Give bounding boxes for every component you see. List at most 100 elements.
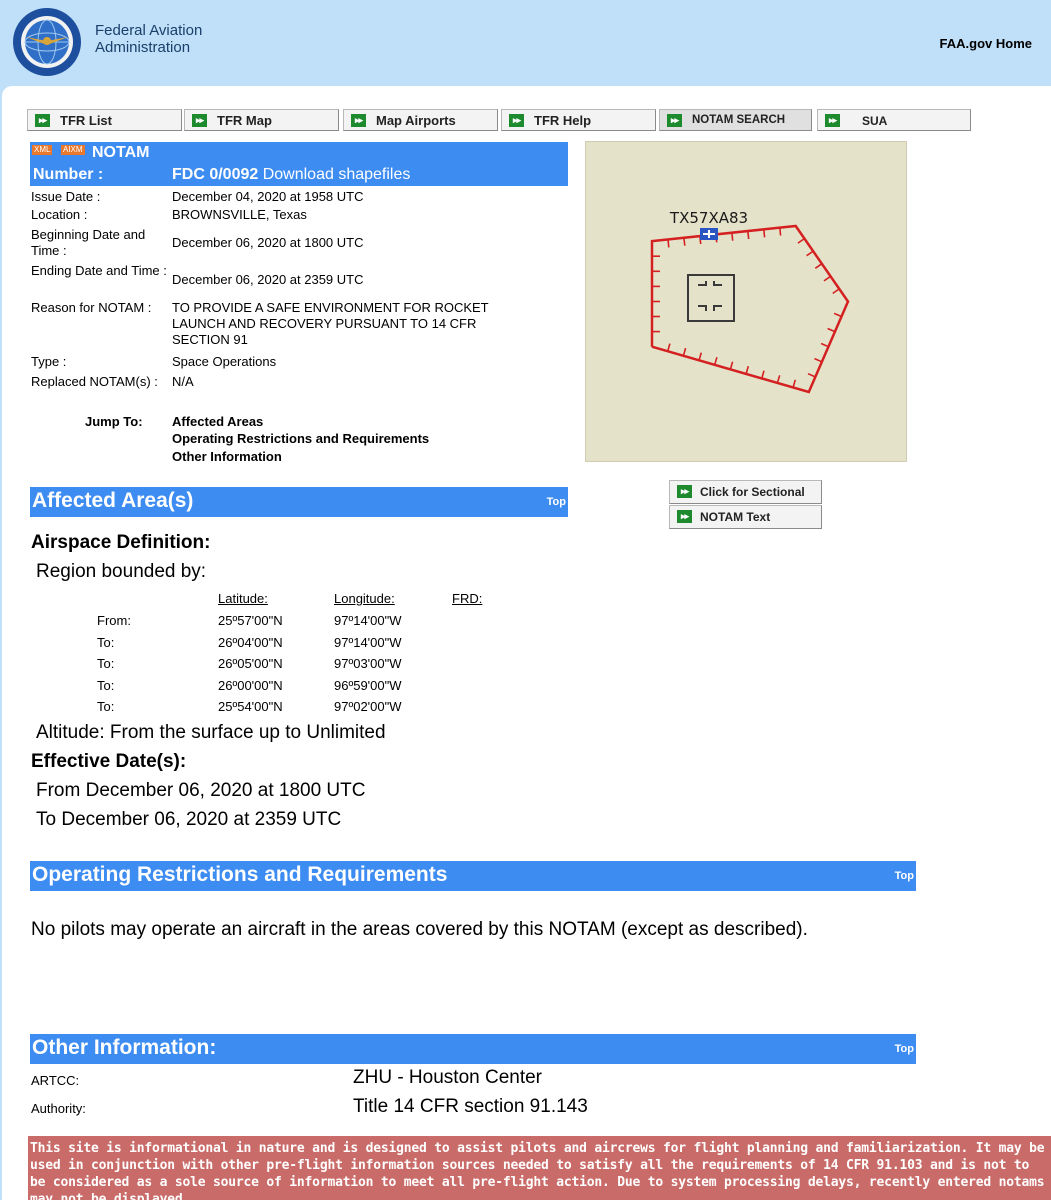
notam-text-label: NOTAM Text <box>700 510 771 524</box>
jump-affected-areas[interactable]: Affected Areas <box>172 414 263 429</box>
point-latitude: 26º00'00"N <box>218 678 283 693</box>
artcc-value: ZHU - Houston Center <box>353 1067 543 1088</box>
effective-to: To December 06, 2020 at 2359 UTC <box>36 809 342 830</box>
boundary-tick <box>667 239 670 248</box>
reason-label: Reason for NOTAM : <box>31 300 152 315</box>
nav-label: TFR Help <box>534 113 592 128</box>
notam-number-row: FDC 0/0092 Download shapefiles <box>172 166 410 184</box>
boundary-tick <box>827 327 836 333</box>
point-latitude: 25º57'00"N <box>218 613 283 628</box>
altitude-text: Altitude: From the surface up to Unlimit… <box>36 722 386 743</box>
jump-other-information[interactable]: Other Information <box>172 449 282 464</box>
point-label: To: <box>97 699 115 714</box>
effective-dates-heading: Effective Date(s): <box>31 751 187 772</box>
boundary-tick <box>814 263 823 269</box>
faa-seal-icon[interactable] <box>12 7 82 77</box>
launch-site-marker <box>687 274 735 322</box>
location-value: BROWNSVILLE, Texas <box>172 207 307 222</box>
location-label: Location : <box>31 207 88 222</box>
faa-home-link[interactable]: FAA.gov Home <box>940 36 1032 51</box>
arrow-right-icon: ▸▸ <box>509 114 524 127</box>
type-value: Space Operations <box>172 354 277 369</box>
boundary-tick <box>792 379 797 388</box>
arrow-right-icon: ▸▸ <box>677 485 692 498</box>
nav-map-airports[interactable]: ▸▸ Map Airports <box>343 109 498 131</box>
aixm-badge[interactable]: AIXM <box>61 145 85 155</box>
other-information-title: Other Information: <box>32 1036 217 1059</box>
other-information-header: Other Information: Top <box>30 1034 916 1064</box>
jump-to-label: Jump To: <box>85 414 143 429</box>
boundary-tick <box>814 357 823 363</box>
nav-tfr-list[interactable]: ▸▸ TFR List <box>27 109 182 131</box>
notam-header: XML AIXM NOTAM Number : FDC 0/0092 Downl… <box>30 142 568 186</box>
tfr-map-svg: TX57XA83 <box>650 209 850 394</box>
boundary-tick <box>797 237 805 244</box>
point-latitude: 26º05'00"N <box>218 656 283 671</box>
issue-date-label: Issue Date : <box>31 189 101 204</box>
nav-sua[interactable]: ▸▸ SUA <box>817 109 971 131</box>
download-shapefiles-link[interactable]: Download shapefiles <box>263 166 411 183</box>
airport-icon <box>700 228 718 240</box>
longitude-header: Longitude: <box>334 591 395 606</box>
end-date-value: December 06, 2020 at 2359 UTC <box>172 272 364 287</box>
agency-name: Federal Aviation Administration <box>95 22 202 56</box>
point-latitude: 26º04'00"N <box>218 635 283 650</box>
top-link[interactable]: Top <box>895 1043 914 1055</box>
nav-label: Map Airports <box>376 113 456 128</box>
tfr-map[interactable]: TX57XA83 <box>585 141 907 462</box>
nav-tfr-help[interactable]: ▸▸ TFR Help <box>501 109 656 131</box>
notam-title: NOTAM <box>92 144 150 161</box>
nav-label: SUA <box>862 114 888 128</box>
point-longitude: 97º14'00"W <box>334 635 402 650</box>
arrow-right-icon: ▸▸ <box>825 114 840 127</box>
boundary-tick <box>820 342 829 348</box>
click-for-sectional-button[interactable]: ▸▸ Click for Sectional <box>669 480 822 504</box>
boundary-tick <box>729 361 734 370</box>
point-label: To: <box>97 678 115 693</box>
boundary-tick <box>823 275 832 282</box>
boundary-tick <box>832 288 840 295</box>
jump-operating-restrictions[interactable]: Operating Restrictions and Requirements <box>172 431 429 446</box>
boundary-tick <box>666 343 671 352</box>
sectional-label: Click for Sectional <box>700 485 805 499</box>
arrow-right-icon: ▸▸ <box>192 114 207 127</box>
boundary-tick <box>807 372 816 378</box>
top-link[interactable]: Top <box>895 870 914 882</box>
begin-date-value: December 06, 2020 at 1800 UTC <box>172 235 364 250</box>
begin-date-label: Beginning Date and Time : <box>31 227 146 258</box>
affected-areas-title: Affected Area(s) <box>32 489 194 512</box>
boundary-tick <box>698 352 703 361</box>
nav-tfr-map[interactable]: ▸▸ TFR Map <box>184 109 339 131</box>
affected-areas-header: Affected Area(s) Top <box>30 487 568 517</box>
airport-label: TX57XA83 <box>669 209 748 227</box>
top-link[interactable]: Top <box>547 496 566 508</box>
agency-line-2: Administration <box>95 39 191 56</box>
main-content: ▸▸ TFR List ▸▸ TFR Map ▸▸ Map Airports ▸… <box>2 86 1051 1200</box>
point-longitude: 97º03'00"W <box>334 656 402 671</box>
arrow-right-icon: ▸▸ <box>667 114 682 127</box>
notam-text-button[interactable]: ▸▸ NOTAM Text <box>669 505 822 529</box>
boundary-tick <box>763 229 766 238</box>
reason-value: TO PROVIDE A SAFE ENVIRONMENT FOR ROCKET… <box>172 300 489 347</box>
boundary-tick <box>713 356 718 366</box>
nav-notam-search[interactable]: ▸▸ NOTAM SEARCH <box>659 109 812 131</box>
boundary-tick <box>761 370 765 379</box>
latitude-header: Latitude: <box>218 591 268 606</box>
authority-value: Title 14 CFR section 91.143 <box>353 1096 588 1117</box>
replaced-label: Replaced NOTAM(s) : <box>31 374 158 389</box>
point-label: To: <box>97 656 115 671</box>
boundary-tick <box>806 250 814 257</box>
boundary-tick <box>747 230 750 240</box>
xml-badge[interactable]: XML <box>32 145 53 155</box>
notam-number: FDC 0/0092 <box>172 166 259 183</box>
type-label: Type : <box>31 354 67 369</box>
arrow-right-icon: ▸▸ <box>351 114 366 127</box>
point-longitude: 97º14'00"W <box>334 613 402 628</box>
region-text: Region bounded by: <box>36 561 207 582</box>
artcc-label: ARTCC: <box>31 1073 80 1088</box>
boundary-tick <box>682 347 687 357</box>
nav-label: TFR List <box>60 113 112 128</box>
agency-line-1: Federal Aviation <box>95 22 203 39</box>
frd-header: FRD: <box>452 591 483 606</box>
nav-label: NOTAM SEARCH <box>692 114 786 126</box>
